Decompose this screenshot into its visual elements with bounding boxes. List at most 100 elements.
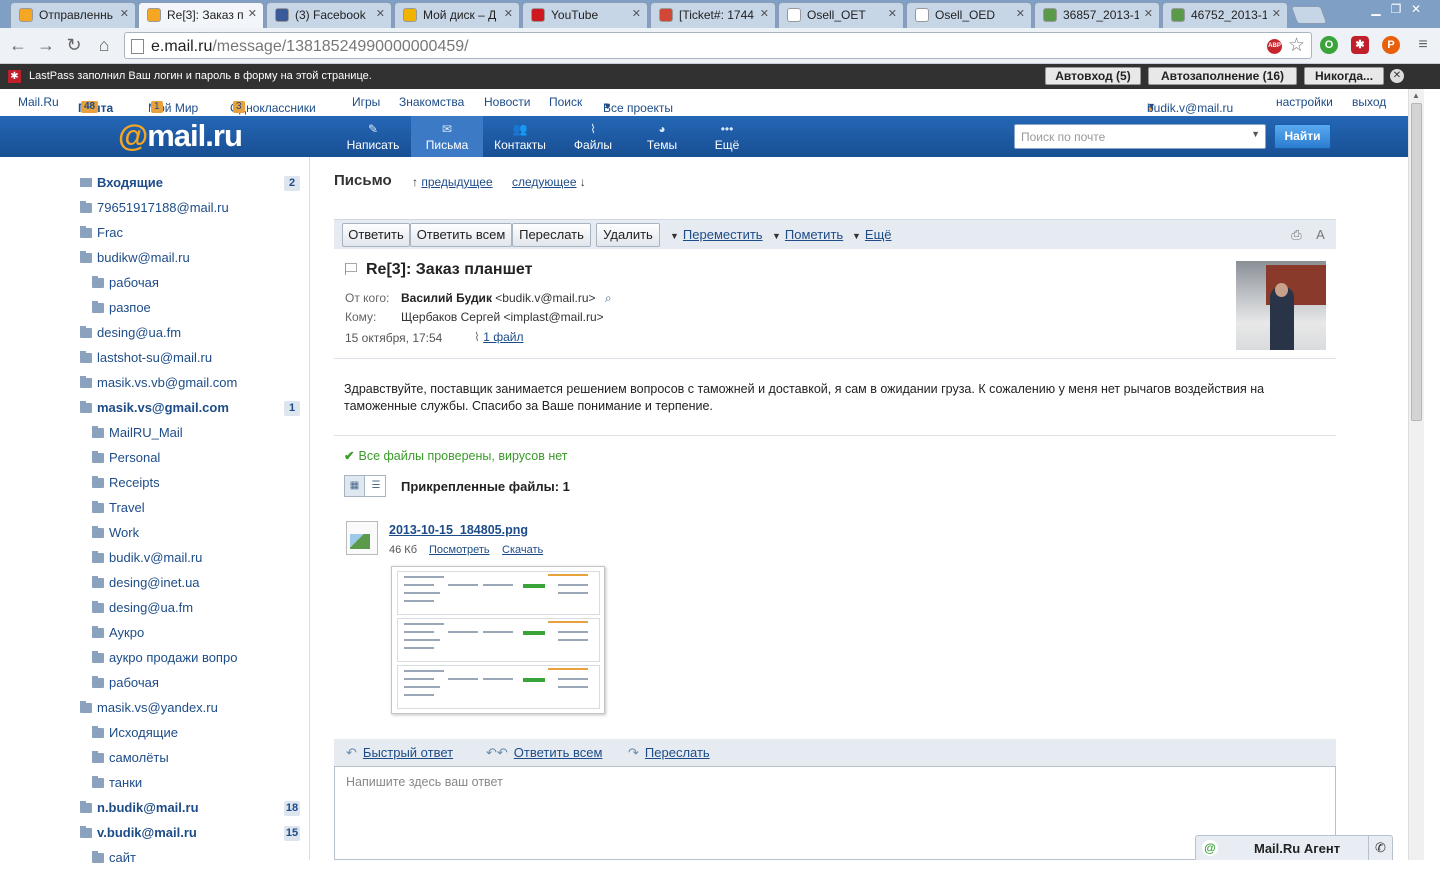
close-tab-icon[interactable]: ✕	[760, 7, 769, 20]
menu-icon[interactable]: ≡	[1413, 35, 1433, 55]
close-tab-icon[interactable]: ✕	[1144, 7, 1153, 20]
print-icon[interactable]: ⎙	[1289, 228, 1304, 242]
portal-news-link[interactable]: Новости	[484, 95, 530, 109]
new-tab-button[interactable]	[1290, 6, 1328, 24]
more-button[interactable]: ••• Ещё	[691, 116, 763, 157]
close-tab-icon[interactable]: ✕	[1272, 7, 1281, 20]
home-icon[interactable]: ⌂	[94, 35, 114, 55]
close-window-button[interactable]: ✕	[1406, 0, 1426, 18]
mailru-logo[interactable]: @mail.ru	[118, 118, 243, 154]
compose-button[interactable]: ✎ Написать	[337, 116, 409, 157]
search-input[interactable]: Поиск по почте ▼	[1014, 124, 1266, 149]
next-message-link[interactable]: следующее ↓	[512, 175, 586, 189]
browser-tab[interactable]: YouTube ✕	[522, 2, 648, 28]
contacts-button[interactable]: 👥 Контакты	[484, 116, 556, 157]
list-view-icon[interactable]: ☰	[366, 476, 386, 496]
portal-mailru-link[interactable]: Mail.Ru	[18, 95, 59, 109]
forward-link[interactable]: ↷ Переслать	[628, 745, 710, 761]
back-icon[interactable]: ←	[8, 35, 28, 55]
browser-tab[interactable]: 46752_2013-1(✕	[1162, 2, 1288, 28]
sidebar-folder[interactable]: Personal	[92, 449, 242, 469]
letters-button[interactable]: ✉ Письма	[411, 116, 483, 157]
themes-button[interactable]: ◕ Темы	[626, 116, 698, 157]
search-button[interactable]: Найти	[1274, 124, 1331, 149]
browser-tab[interactable]: Osell_OET ✕	[778, 2, 904, 28]
sidebar-folder[interactable]: desing@inet.ua	[92, 574, 242, 594]
phone-icon[interactable]: ✆	[1368, 836, 1392, 860]
sidebar-folder[interactable]: v.budik@mail.ru	[80, 824, 240, 844]
close-tab-icon[interactable]: ✕	[376, 7, 385, 20]
sidebar-folder[interactable]: Receipts	[92, 474, 242, 494]
reload-icon[interactable]: ↻	[64, 35, 84, 55]
download-attachment-link[interactable]: Скачать	[502, 544, 543, 556]
sidebar-folder[interactable]: Аукро	[92, 624, 242, 644]
extension-orange-icon[interactable]: P	[1382, 36, 1400, 54]
reply-textarea[interactable]: Напишите здесь ваш ответ	[334, 766, 1336, 860]
sender-name[interactable]: Василий Будик	[401, 291, 492, 305]
autofill-button[interactable]: Автозаполнение (16)	[1148, 67, 1297, 85]
portal-dating-link[interactable]: Знакомства	[399, 95, 464, 109]
browser-tab[interactable]: Отправленнь ✕	[10, 2, 136, 28]
sidebar-folder[interactable]: masik.vs@yandex.ru	[80, 699, 240, 719]
sidebar-folder[interactable]: budikw@mail.ru	[80, 249, 240, 269]
close-tab-icon[interactable]: ✕	[120, 7, 129, 20]
browser-tab[interactable]: (3) Facebook ✕	[266, 2, 392, 28]
sidebar-folder[interactable]: разпое	[92, 299, 242, 319]
adblock-icon[interactable]: ABP	[1267, 39, 1282, 54]
forward-button[interactable]: Переслать	[512, 223, 591, 247]
chevron-down-icon[interactable]: ▼	[1251, 129, 1260, 139]
lastpass-icon[interactable]: ✱	[1351, 36, 1369, 54]
settings-link[interactable]: настройки	[1276, 95, 1333, 109]
minimize-button[interactable]: ▁	[1366, 0, 1386, 18]
quick-reply-link[interactable]: ↶ Быстрый ответ	[346, 745, 453, 761]
reply-all-button[interactable]: Ответить всем	[410, 223, 512, 247]
sidebar-folder[interactable]: budik.v@mail.ru	[92, 549, 242, 569]
sidebar-folder[interactable]: desing@ua.fm	[80, 324, 240, 344]
sidebar-folder[interactable]: Исходящие	[92, 724, 242, 744]
sidebar-folder[interactable]: рабочая	[92, 674, 242, 694]
scrollbar-thumb[interactable]	[1411, 103, 1422, 421]
sidebar-folder[interactable]: MailRU_Mail	[92, 424, 242, 444]
attachment-filename[interactable]: 2013-10-15_184805.png	[389, 523, 528, 537]
more-dropdown[interactable]: ▼ Ещё	[852, 227, 892, 242]
sidebar-folder[interactable]: 79651917188@mail.ru	[80, 199, 240, 219]
portal-search-link[interactable]: Поиск	[549, 95, 582, 109]
grid-view-icon[interactable]: ▦	[345, 476, 365, 496]
reply-button[interactable]: Ответить	[342, 223, 410, 247]
close-tab-icon[interactable]: ✕	[248, 7, 257, 20]
browser-tab[interactable]: Мой диск – Д ✕	[394, 2, 520, 28]
browser-tab[interactable]: Re[3]: Заказ п ✕	[138, 2, 264, 28]
scroll-up-icon[interactable]: ▲	[1412, 91, 1420, 100]
sidebar-folder[interactable]: рабочая	[92, 274, 242, 294]
close-tab-icon[interactable]: ✕	[632, 7, 641, 20]
sidebar-folder[interactable]: n.budik@mail.ru	[80, 799, 240, 819]
sidebar-folder[interactable]: сайт	[92, 849, 242, 869]
sidebar-folder[interactable]: masik.vs.vb@gmail.com	[80, 374, 240, 394]
autologin-button[interactable]: Автовход (5)	[1045, 67, 1141, 85]
browser-tab[interactable]: [Ticket#: 1744 ✕	[650, 2, 776, 28]
forward-icon[interactable]: →	[36, 35, 56, 55]
close-tab-icon[interactable]: ✕	[1016, 7, 1025, 20]
close-tab-icon[interactable]: ✕	[888, 7, 897, 20]
portal-games-link[interactable]: Игры	[352, 95, 380, 109]
view-attachment-link[interactable]: Посмотреть	[429, 544, 490, 556]
mark-dropdown[interactable]: ▼ Пометить	[772, 227, 843, 242]
mailru-agent-widget[interactable]: @ Mail.Ru Агент ✆	[1195, 835, 1393, 860]
page-scrollbar[interactable]: ▲	[1408, 89, 1424, 860]
browser-tab[interactable]: Osell_OED ✕	[906, 2, 1032, 28]
address-bar[interactable]: e.mail.ru/message/13818524990000000459/ …	[124, 32, 1312, 59]
sidebar-folder[interactable]: аукро продажи вопро	[92, 649, 242, 669]
close-bar-icon[interactable]: ✕	[1390, 69, 1404, 83]
files-button[interactable]: ⌇ Файлы	[557, 116, 629, 157]
never-button[interactable]: Никогда...	[1304, 67, 1384, 85]
translate-icon[interactable]: A	[1313, 228, 1328, 242]
attachments-link[interactable]: ⌇ 1 файл	[474, 330, 523, 344]
delete-button[interactable]: Удалить	[596, 223, 660, 247]
sidebar-folder[interactable]: Travel	[92, 499, 242, 519]
flag-icon[interactable]	[345, 263, 357, 275]
sidebar-folder[interactable]: Work	[92, 524, 242, 544]
sidebar-folder[interactable]: танки	[92, 774, 242, 794]
move-dropdown[interactable]: ▼ Переместить	[670, 227, 763, 242]
sidebar-folder[interactable]: lastshot-su@mail.ru	[80, 349, 240, 369]
sidebar-folder[interactable]: masik.vs@gmail.com	[80, 399, 240, 419]
